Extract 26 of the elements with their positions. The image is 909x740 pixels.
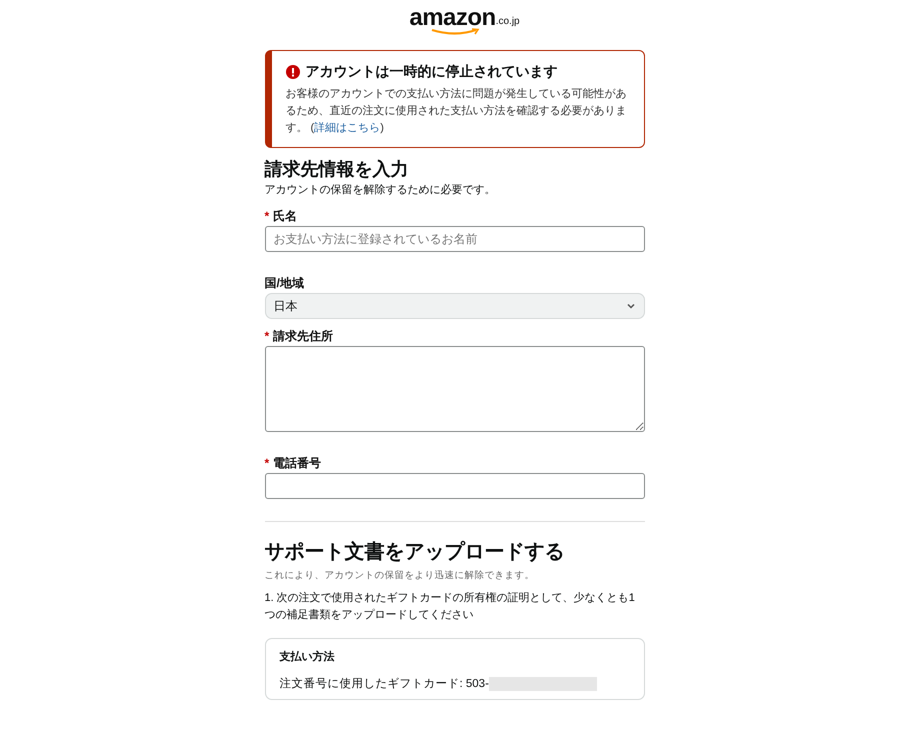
gift-card-line: 注文番号に使用したギフトカード: 503- xyxy=(280,676,489,692)
billing-subtitle: アカウントの保留を解除するために必要です。 xyxy=(264,183,496,197)
field-label: 国/地域 xyxy=(264,276,304,290)
input-field[interactable] xyxy=(264,473,644,499)
field-label: 請求先住所 xyxy=(273,329,334,343)
required-asterisk: * xyxy=(264,329,270,343)
address-field[interactable] xyxy=(264,346,644,432)
alert-title: アカウントは一時的に停止されています xyxy=(306,62,558,81)
required-asterisk: * xyxy=(264,209,270,223)
alert-message: お客様のアカウントでの支払い方法に問題が発生している可能性があるため、直近の注文に使用された支払い方法を確認する必要があります。 (詳細はこちら) xyxy=(286,86,628,136)
smile-arrow-icon xyxy=(430,28,480,36)
field-label: 氏名 xyxy=(273,209,298,223)
chevron-down-icon xyxy=(626,301,636,311)
details-link[interactable]: 詳細はこちら xyxy=(314,122,380,134)
upload-heading: サポート文書をアップロードする xyxy=(264,540,566,564)
card-title: 支払い方法 xyxy=(280,650,336,665)
required-asterisk: * xyxy=(264,456,270,470)
country-select[interactable]: 日本 xyxy=(264,293,644,319)
logo-domain: .co.jp xyxy=(496,15,520,29)
input-field[interactable]: お支払い方法に登録されているお名前 xyxy=(264,226,644,252)
logo-wordmark: amazon xyxy=(409,4,496,32)
warning-icon xyxy=(286,64,300,78)
upload-instruction: 1. 次の注文で使用されたギフトカードの所有権の証明として、少なくとも1つの補足書類をアップロードしてください xyxy=(264,590,636,623)
field-label: 電話番号 xyxy=(273,456,322,470)
billing-heading: 請求先情報を入力 xyxy=(264,158,410,180)
upload-subtitle: これにより、アカウントの保留をより迅速に解除できます。 xyxy=(264,570,536,582)
